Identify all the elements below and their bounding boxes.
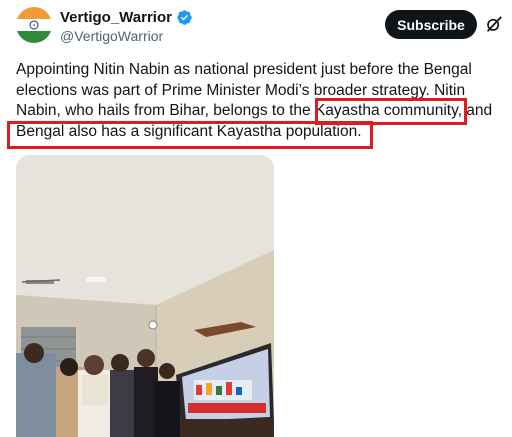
display-name[interactable]: Vertigo_Warrior <box>60 9 172 26</box>
tweet-text-line: Appointing Nitin Nabin as national presi… <box>16 61 472 78</box>
highlight-box-kayastha-population <box>7 121 373 149</box>
grok-icon[interactable] <box>484 14 504 34</box>
subscribe-button[interactable]: Subscribe <box>385 10 477 39</box>
avatar[interactable] <box>16 7 52 43</box>
video-scene-image <box>16 155 274 437</box>
india-flag-avatar-icon <box>16 7 52 43</box>
author-name-row: Vertigo_Warrior <box>60 9 193 26</box>
verified-badge-icon <box>177 10 192 25</box>
tweet-video-thumbnail[interactable] <box>16 155 274 437</box>
author-handle[interactable]: @VertigoWarrior <box>60 28 163 44</box>
